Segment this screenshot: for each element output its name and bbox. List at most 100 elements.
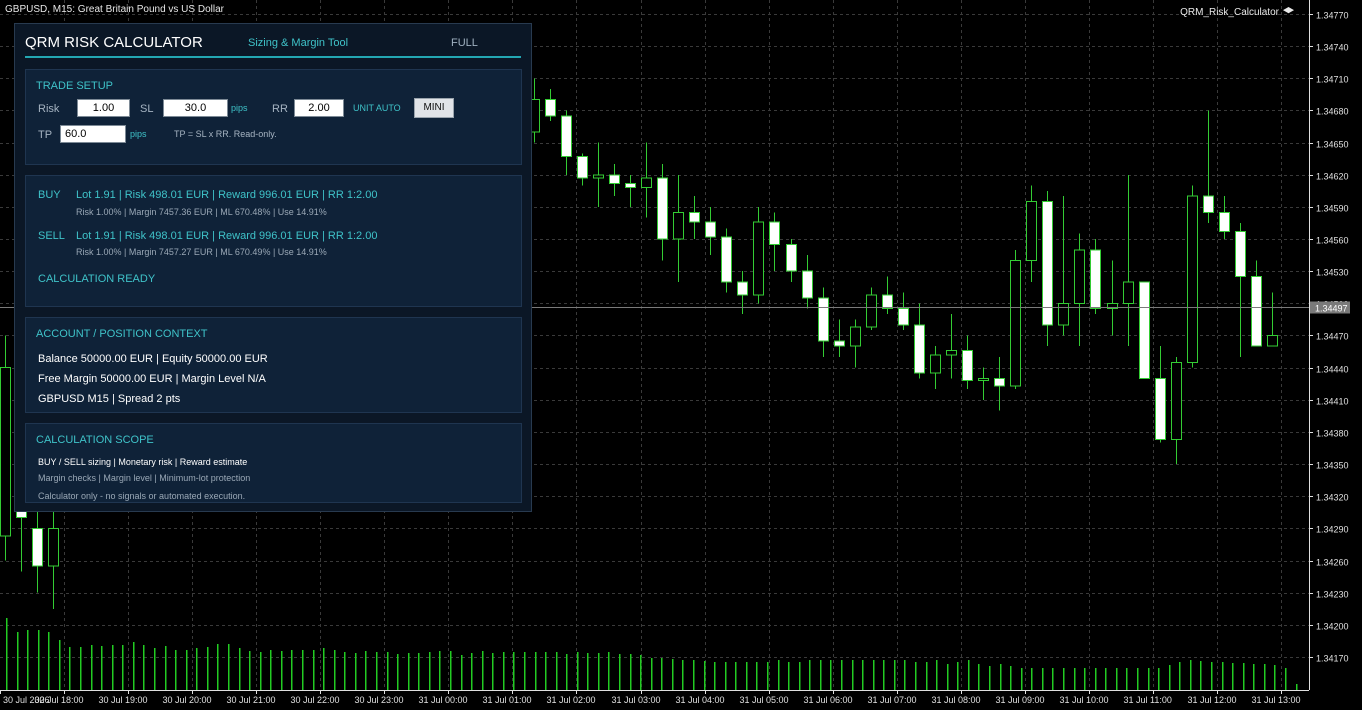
candle bbox=[1219, 196, 1230, 240]
candle bbox=[1123, 174, 1134, 347]
candle-body-bull bbox=[641, 177, 652, 189]
candle bbox=[1251, 260, 1262, 347]
panel-subtitle: Sizing & Margin Tool bbox=[248, 37, 349, 49]
candle-body-bear bbox=[786, 243, 797, 272]
candle bbox=[1010, 249, 1021, 390]
time-tick-label: 31 Jul 09:00 bbox=[996, 695, 1045, 705]
candle-body-bear bbox=[657, 177, 668, 240]
candle-body-bull bbox=[1267, 335, 1278, 347]
trade-setup-section: TRADE SETUP Risk 1.00 SL 30.0 pips RR 2.… bbox=[25, 69, 522, 165]
price-tick-label: 1.34290 bbox=[1316, 525, 1349, 535]
candle bbox=[1235, 222, 1246, 357]
candle bbox=[1074, 233, 1085, 347]
full-mode-tab[interactable]: FULL bbox=[451, 37, 478, 49]
price-tick-label: 1.34530 bbox=[1316, 268, 1349, 278]
time-tick-label: 31 Jul 02:00 bbox=[547, 695, 596, 705]
candle-body-bear bbox=[577, 156, 588, 179]
price-tick-label: 1.34620 bbox=[1316, 172, 1349, 182]
buy-detail: Risk 1.00% | Margin 7457.36 EUR | ML 670… bbox=[76, 207, 327, 217]
rr-input[interactable]: 2.00 bbox=[294, 99, 344, 117]
price-tick-label: 1.34710 bbox=[1316, 75, 1349, 85]
panel-title: QRM RISK CALCULATOR bbox=[25, 34, 203, 51]
calc-status: CALCULATION READY bbox=[38, 273, 156, 285]
candle-body-bull bbox=[0, 367, 11, 537]
candle bbox=[625, 174, 636, 207]
time-tick-label: 31 Jul 06:00 bbox=[804, 695, 853, 705]
candle-body-bear bbox=[1203, 195, 1214, 213]
candle-body-bull bbox=[593, 174, 604, 179]
candle-body-bull bbox=[1010, 259, 1021, 387]
tp-unit: pips bbox=[130, 129, 147, 139]
candle bbox=[834, 319, 845, 357]
price-tick-label: 1.34170 bbox=[1316, 654, 1349, 664]
price-tick-label: 1.34590 bbox=[1316, 204, 1349, 214]
candle-body-bear bbox=[1139, 281, 1150, 379]
sell-detail: Risk 1.00% | Margin 7457.27 EUR | ML 670… bbox=[76, 247, 327, 257]
price-tick-label: 1.34470 bbox=[1316, 332, 1349, 342]
mini-button[interactable]: MINI bbox=[414, 98, 454, 118]
account-margin-line: Free Margin 50000.00 EUR | Margin Level … bbox=[38, 373, 266, 385]
candle-body-bear bbox=[962, 350, 973, 382]
sell-summary: Lot 1.91 | Risk 498.01 EUR | Reward 996.… bbox=[76, 230, 378, 242]
sl-input[interactable]: 30.0 bbox=[163, 99, 228, 117]
candle bbox=[689, 196, 700, 240]
price-tick-label: 1.34770 bbox=[1316, 11, 1349, 21]
candle-body-bear bbox=[1090, 249, 1101, 310]
sl-unit: pips bbox=[231, 103, 248, 113]
candle-body-bear bbox=[609, 174, 620, 184]
unit-auto-toggle[interactable]: UNIT AUTO bbox=[353, 103, 401, 113]
candle bbox=[769, 212, 780, 272]
candle-body-bear bbox=[834, 340, 845, 347]
candle-body-bull bbox=[673, 211, 684, 240]
chart-symbol-title: GBPUSD, M15: Great Britain Pound vs US D… bbox=[5, 4, 224, 15]
time-tick-label: 31 Jul 03:00 bbox=[612, 695, 661, 705]
tp-note: TP = SL x RR. Read-only. bbox=[174, 129, 277, 139]
candle-body-bear bbox=[737, 281, 748, 296]
candle-body-bear bbox=[561, 115, 572, 158]
candle bbox=[1042, 190, 1053, 347]
price-tick-label: 1.34740 bbox=[1316, 43, 1349, 53]
price-tick-label: 1.34410 bbox=[1316, 397, 1349, 407]
scope-line-1: BUY / SELL sizing | Monetary risk | Rewa… bbox=[38, 457, 248, 467]
scope-section: CALCULATION SCOPE BUY / SELL sizing | Mo… bbox=[25, 423, 522, 503]
price-tick-label: 1.34380 bbox=[1316, 429, 1349, 439]
candle bbox=[882, 276, 893, 315]
scope-line-2: Margin checks | Margin level | Minimum-l… bbox=[38, 473, 251, 483]
candle-body-bull bbox=[753, 221, 764, 296]
buy-label: BUY bbox=[38, 189, 61, 201]
candle-body-bear bbox=[1235, 231, 1246, 278]
candle-body-bear bbox=[721, 236, 732, 283]
candle-body-bear bbox=[882, 294, 893, 310]
price-tick-label: 1.34350 bbox=[1316, 461, 1349, 471]
indicator-title: QRM_Risk_Calculator bbox=[1180, 7, 1294, 18]
candle bbox=[914, 303, 925, 379]
candle-body-bear bbox=[32, 527, 43, 567]
price-tick-label: 1.34560 bbox=[1316, 236, 1349, 246]
candle bbox=[609, 164, 620, 197]
candle bbox=[545, 89, 556, 122]
sl-label: SL bbox=[140, 103, 154, 115]
account-title: ACCOUNT / POSITION CONTEXT bbox=[36, 328, 208, 340]
candle bbox=[994, 356, 1005, 411]
scope-footer: Calculator only - no signals or automate… bbox=[38, 491, 246, 501]
candle bbox=[1058, 196, 1069, 336]
price-tick-label: 1.34260 bbox=[1316, 558, 1349, 568]
candle bbox=[818, 287, 829, 357]
risk-label: Risk bbox=[38, 103, 60, 115]
scope-title: CALCULATION SCOPE bbox=[36, 434, 154, 446]
candle-body-bear bbox=[625, 182, 636, 189]
candle-body-bull bbox=[1074, 249, 1085, 304]
candle-body-bull bbox=[1026, 201, 1037, 261]
candle-body-bull bbox=[1171, 361, 1182, 440]
candle bbox=[1139, 281, 1150, 379]
rr-label: RR bbox=[272, 103, 288, 115]
candle bbox=[1171, 356, 1182, 465]
price-tick-label: 1.34200 bbox=[1316, 622, 1349, 632]
candle-body-bull bbox=[1187, 195, 1198, 363]
risk-input[interactable]: 1.00 bbox=[77, 99, 130, 117]
time-tick-label: 31 Jul 01:00 bbox=[483, 695, 532, 705]
candle-body-bear bbox=[769, 221, 780, 245]
candle bbox=[978, 367, 989, 400]
time-tick-label: 30 Jul 19:00 bbox=[99, 695, 148, 705]
candle bbox=[721, 228, 732, 293]
